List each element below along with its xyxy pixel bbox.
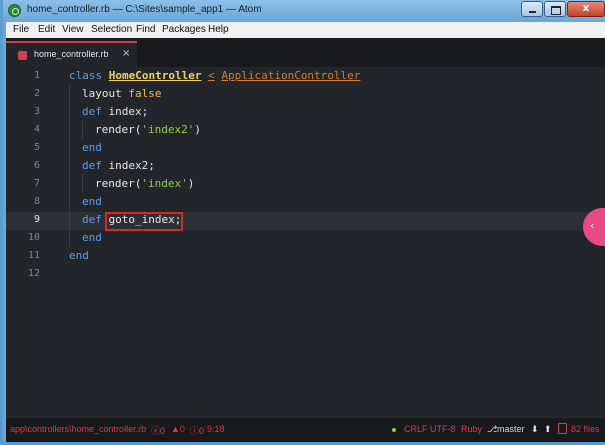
keyword: end: [82, 141, 102, 154]
minimize-button[interactable]: [521, 1, 543, 17]
warning-count: 0: [179, 424, 185, 434]
line-number-gutter: 1 2 3 4 5 6 7 8 9 10 11 12: [6, 67, 68, 417]
info-icon: ⓘ: [190, 426, 200, 436]
code-line-10: end: [82, 231, 102, 244]
line-number: 5: [33, 142, 40, 153]
line-number: 10: [27, 232, 40, 243]
warning-icon: ▲: [171, 424, 180, 434]
line-number: 3: [33, 106, 40, 117]
tab-home-controller[interactable]: home_controller.rb ×: [6, 41, 137, 67]
class-name: HomeController: [108, 69, 202, 82]
line-number: 4: [33, 124, 40, 135]
punctuation: ): [194, 123, 201, 136]
lint-errors[interactable]: ⓧ0: [151, 424, 165, 437]
lint-warnings[interactable]: ▲0: [171, 424, 185, 434]
method-call: render(: [95, 177, 142, 190]
keyword: def: [82, 213, 102, 226]
keyword: end: [82, 231, 102, 244]
maximize-button[interactable]: [544, 1, 566, 17]
error-icon: ⓧ: [151, 426, 161, 436]
menu-help[interactable]: Help: [208, 24, 229, 35]
menu-bar: File Edit View Selection Find Packages H…: [6, 22, 605, 38]
git-pull-icon[interactable]: ⬇: [531, 424, 539, 435]
line-number: 12: [27, 268, 40, 279]
keyword: class: [69, 69, 103, 82]
info-count: 0: [199, 426, 205, 436]
text-editor[interactable]: 1 2 3 4 5 6 7 8 9 10 11 12 class HomeCon…: [6, 67, 605, 417]
keyword: def: [82, 159, 102, 172]
method-name: index2;: [108, 159, 155, 172]
tab-close-icon[interactable]: ×: [122, 48, 130, 59]
code-line-7: render('index'): [95, 177, 194, 190]
code-line-6: def index2;: [82, 159, 155, 172]
tab-label: home_controller.rb: [34, 49, 109, 59]
code-line-2: layout false: [82, 87, 162, 100]
keyword: end: [82, 195, 102, 208]
code-area[interactable]: class HomeController < ApplicationContro…: [68, 67, 605, 417]
indent-guide: [82, 121, 83, 139]
window-title: home_controller.rb — C:\Sites\sample_app…: [27, 4, 262, 15]
line-number: 6: [33, 160, 40, 171]
close-button[interactable]: x: [567, 1, 605, 17]
title-bar[interactable]: home_controller.rb — C:\Sites\sample_app…: [3, 0, 605, 22]
inheritance-operator: <: [208, 69, 215, 82]
line-number: 1: [33, 70, 40, 81]
code-line-5: end: [82, 141, 102, 154]
git-push-icon[interactable]: ⬆: [544, 424, 552, 435]
code-line-4: render('index2'): [95, 123, 201, 136]
grammar-selector[interactable]: Ruby: [461, 424, 482, 434]
string-literal: 'index': [141, 177, 188, 190]
identifier: layout: [82, 87, 122, 100]
line-number: 8: [33, 196, 40, 207]
keyword: def: [82, 105, 102, 118]
indent-guide: [82, 175, 83, 193]
file-encoding[interactable]: UTF-8: [430, 424, 456, 434]
boolean-literal: false: [128, 87, 162, 100]
method-name: index;: [108, 105, 149, 118]
tab-bar: home_controller.rb ×: [6, 38, 605, 67]
chevron-left-icon: ‹: [590, 219, 595, 232]
menu-file[interactable]: File: [13, 24, 29, 35]
menu-find[interactable]: Find: [136, 24, 155, 35]
indent-guide: [69, 85, 70, 247]
string-literal: 'index2': [141, 123, 195, 136]
code-line-11: end: [69, 249, 89, 262]
cursor-position[interactable]: 9:18: [207, 424, 225, 434]
method-call: render(: [95, 123, 142, 136]
file-path[interactable]: app\controllers\home_controller.rb: [10, 424, 146, 434]
line-number: 7: [33, 178, 40, 189]
code-line-1: class HomeController < ApplicationContro…: [69, 69, 360, 82]
ruby-file-icon: [18, 51, 27, 60]
lint-infos[interactable]: ⓘ0: [190, 424, 204, 437]
close-icon: x: [582, 3, 590, 14]
git-branch[interactable]: master: [497, 424, 525, 434]
annotation-highlight-box: [105, 212, 183, 231]
line-number-active: 9: [33, 214, 40, 225]
menu-edit[interactable]: Edit: [38, 24, 55, 35]
app-window: home_controller.rb — C:\Sites\sample_app…: [0, 0, 605, 445]
menu-selection[interactable]: Selection: [91, 24, 132, 35]
code-line-8: end: [82, 195, 102, 208]
status-dot-icon: [392, 428, 396, 432]
superclass-name: ApplicationController: [221, 69, 361, 82]
atom-logo-icon: [8, 4, 21, 17]
modified-files-icon: [558, 423, 567, 434]
line-number: 2: [33, 88, 40, 99]
line-number: 11: [27, 250, 40, 261]
line-ending[interactable]: CRLF: [404, 424, 428, 434]
keyword: end: [69, 249, 89, 262]
menu-packages[interactable]: Packages: [162, 24, 206, 35]
code-line-3: def index;: [82, 105, 148, 118]
error-count: 0: [160, 426, 166, 436]
menu-view[interactable]: View: [62, 24, 84, 35]
modified-files-count[interactable]: 82 files: [571, 424, 600, 434]
punctuation: ): [187, 177, 195, 190]
status-bar: app\controllers\home_controller.rb ⓧ0 ▲0…: [6, 417, 605, 442]
git-branch-icon: ⎇: [487, 424, 498, 434]
